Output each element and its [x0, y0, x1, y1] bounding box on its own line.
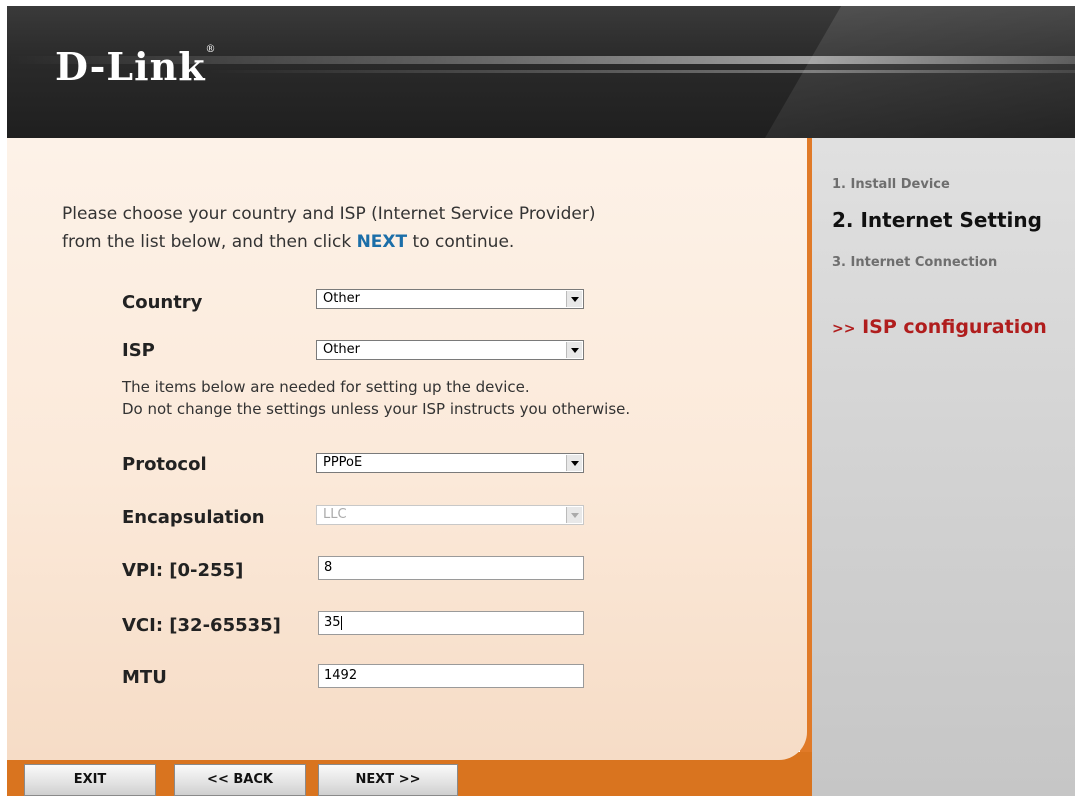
step-internet-setting: 2. Internet Setting — [832, 208, 1042, 232]
text-cursor — [340, 615, 342, 630]
encapsulation-select: LLC — [316, 505, 584, 525]
protocol-select[interactable]: PPPoE — [316, 453, 584, 473]
dlink-logo: D-Link® — [55, 44, 217, 89]
vpi-label: VPI: [0-255] — [122, 560, 244, 581]
current-substep: >> ISP configuration — [832, 316, 1047, 338]
encapsulation-value: LLC — [323, 507, 347, 522]
settings-note: The items below are needed for setting u… — [122, 378, 631, 418]
protocol-value: PPPoE — [323, 455, 363, 470]
mtu-input[interactable]: 1492 — [318, 664, 584, 688]
next-button[interactable]: NEXT >> — [318, 764, 458, 796]
back-button[interactable]: << BACK — [174, 764, 306, 796]
chevron-down-icon — [566, 507, 582, 523]
vpi-input[interactable]: 8 — [318, 556, 584, 580]
country-label: Country — [122, 292, 203, 313]
vci-label: VCI: [32-65535] — [122, 615, 281, 636]
country-select[interactable]: Other — [316, 289, 584, 309]
protocol-label: Protocol — [122, 454, 207, 475]
mtu-label: MTU — [122, 667, 167, 688]
isp-label: ISP — [122, 340, 155, 361]
country-value: Other — [323, 291, 360, 306]
isp-value: Other — [323, 342, 360, 357]
header-banner: D-Link® — [7, 6, 1075, 138]
step-internet-connection: 3. Internet Connection — [832, 255, 998, 270]
next-keyword: NEXT — [356, 232, 408, 252]
chevron-down-icon[interactable] — [566, 342, 582, 358]
step-install-device: 1. Install Device — [832, 177, 950, 192]
chevron-down-icon[interactable] — [566, 455, 582, 471]
isp-select[interactable]: Other — [316, 340, 584, 360]
chevron-down-icon[interactable] — [566, 291, 582, 307]
instructions-text: Please choose your country and ISP (Inte… — [62, 204, 596, 252]
exit-button[interactable]: EXIT — [24, 764, 156, 796]
encapsulation-label: Encapsulation — [122, 507, 265, 528]
vci-input[interactable]: 35 — [318, 611, 584, 635]
steps-sidebar — [812, 138, 1075, 796]
